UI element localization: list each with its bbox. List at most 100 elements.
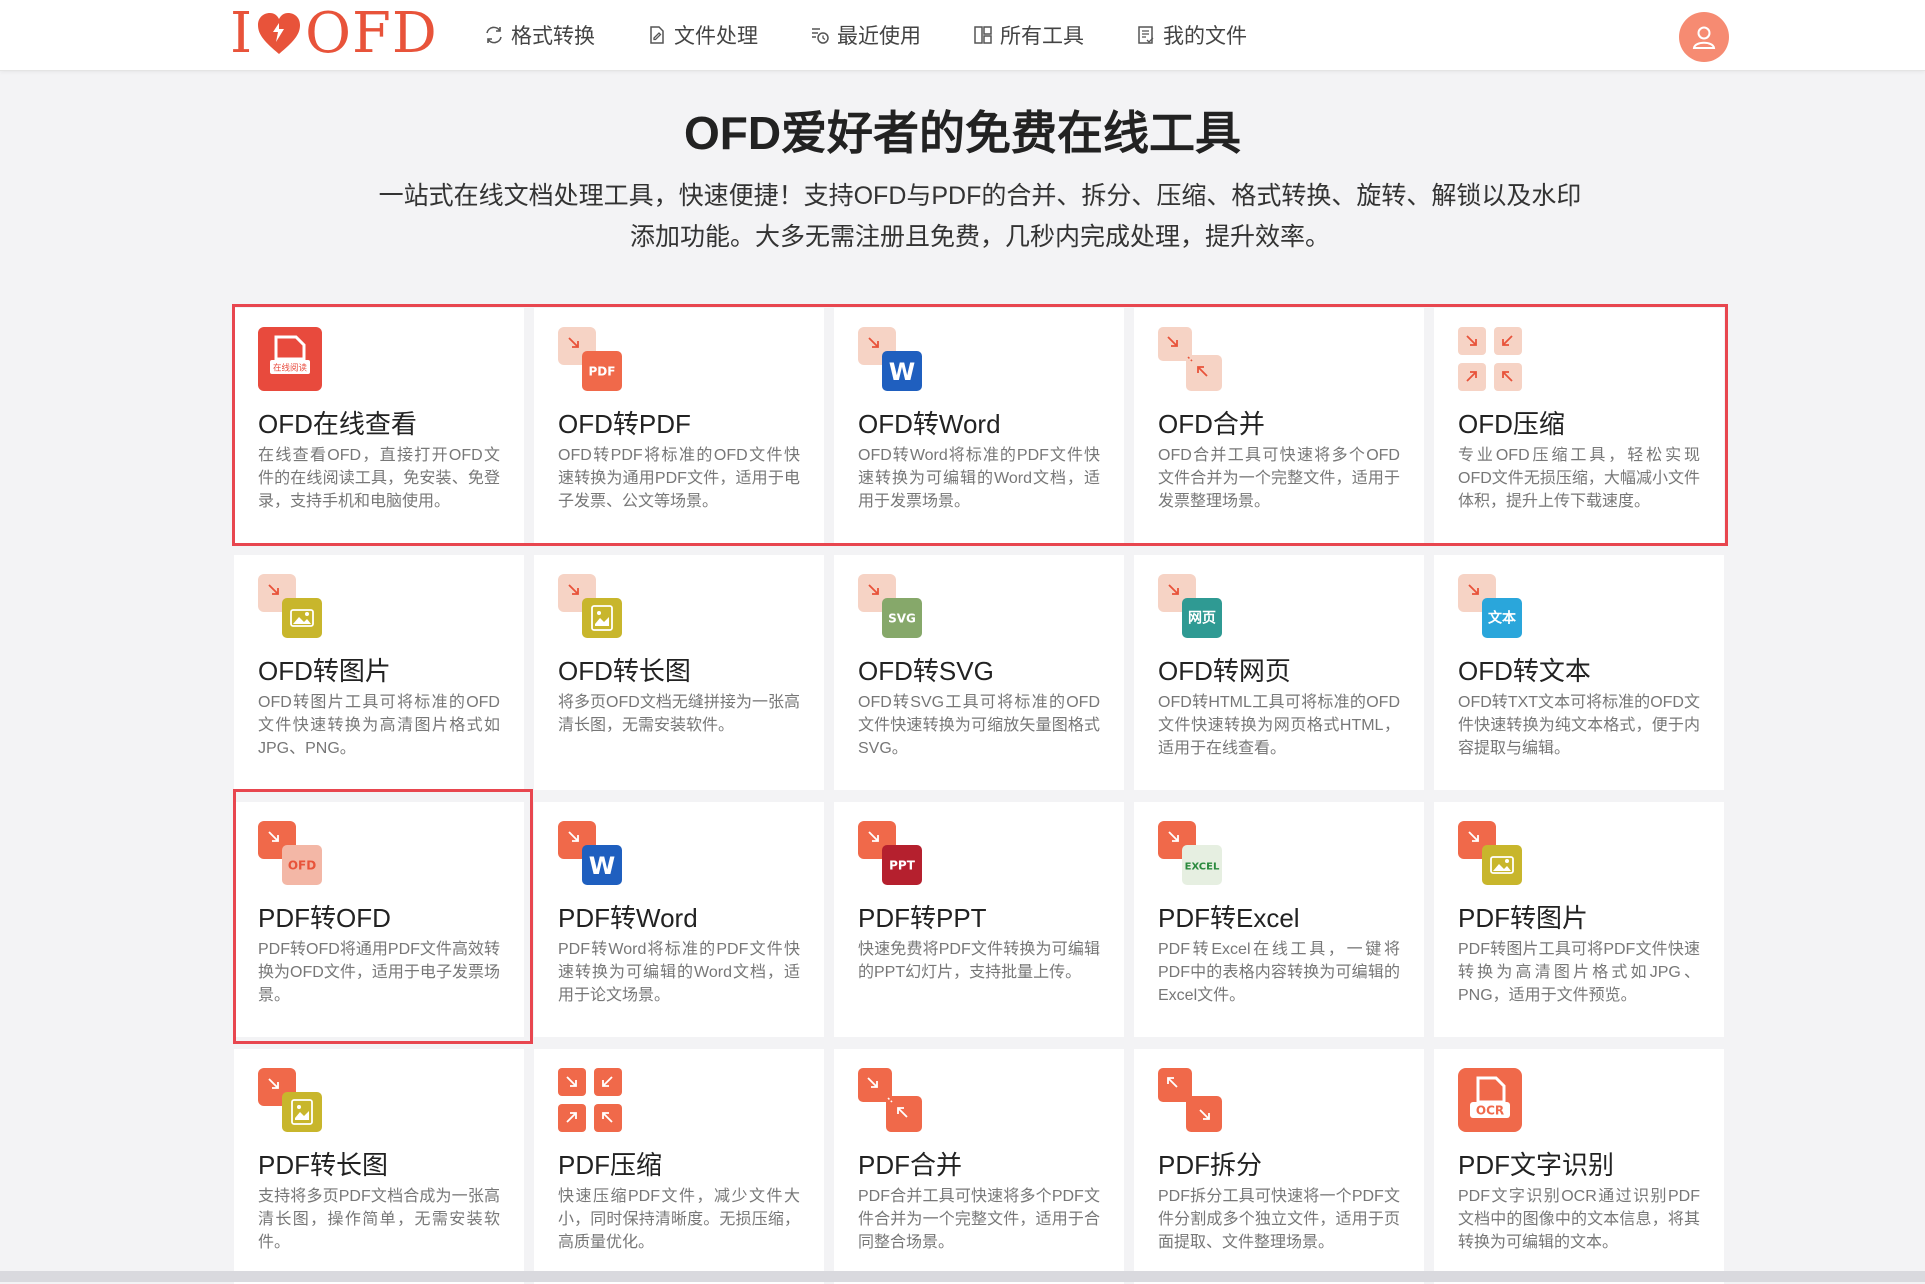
pdf-to-word-icon: W	[558, 821, 622, 885]
tool-card-ofd-to-pdf[interactable]: PDF OFD转PDF OFD转PDF将标准的OFD文件快速转换为通用PDF文件，适…	[534, 308, 824, 543]
tool-card-ofd-to-html[interactable]: 网页 OFD转网页 OFD转HTML工具可将标准的OFD文件快速转换为网页格式HTM…	[1134, 555, 1424, 790]
logo-text-ofd: OFD	[305, 1, 438, 66]
pdf-to-image-icon	[1458, 821, 1522, 885]
svg-text:网页: 网页	[1188, 611, 1216, 627]
tool-card-pdf-merge[interactable]: PDF合并 PDF合并工具可快速将多个PDF文件合并为一个完整文件，适用于合同整合…	[834, 1049, 1124, 1284]
ofd-merge-icon	[1158, 327, 1222, 391]
logo-letter-i: I	[230, 1, 254, 66]
nav-all-tools[interactable]: 所有工具	[973, 18, 1084, 52]
tool-title: PDF转Excel	[1158, 903, 1300, 933]
tool-description: PDF拆分工具可快速将一个PDF文件分割成多个独立文件，适用于页面提取、文件整理…	[1158, 1188, 1400, 1251]
tool-description: OFD转Word将标准的PDF文件快速转换为可编辑的Word文档，适用于发票场景…	[858, 447, 1100, 510]
svg-text:PPT: PPT	[889, 859, 916, 873]
nav-format-convert[interactable]: 格式转换	[484, 18, 595, 52]
subtitle-line-2: 添加功能。大多无需注册且免费，几秒内完成处理，提升效率。	[629, 223, 1330, 251]
tool-title: OFD合并	[1158, 409, 1265, 439]
file-edit-icon	[650, 26, 664, 44]
tool-grid: 在线阅读 OFD在线查看在线查看OFD，直接打开OFD文件的在线阅读工具，免安装、…	[234, 308, 1726, 1284]
tool-description: PDF转图片工具可将PDF文件快速转换为高清图片格式如JPG、PNG，适用于文件…	[1458, 941, 1700, 1004]
nav-all-tools-label: 所有工具	[1000, 25, 1084, 48]
tool-description: OFD合并工具可快速将多个OFD文件合并为一个完整文件，适用于发票整理场景。	[1158, 447, 1400, 510]
tool-description: PDF文字识别OCR通过识别PDF文档中的图像中的文本信息，将其转换为可编辑的文…	[1458, 1188, 1700, 1251]
tool-title: PDF合并	[858, 1150, 963, 1180]
page-subtitle: 一站式在线文档处理工具，快速便捷！支持OFD与PDF的合并、拆分、压缩、格式转换…	[370, 176, 1590, 258]
nav-file-process[interactable]: 文件处理	[647, 18, 758, 52]
tool-title: PDF拆分	[1158, 1150, 1263, 1180]
top-navigation-bar: I OFD 格式转换 文件处理 最近使用 所有工具 我的文件	[0, 0, 1925, 71]
svg-text:OFD: OFD	[288, 859, 316, 873]
user-avatar-button[interactable]	[1679, 12, 1729, 62]
tool-description: PDF转Word将标准的PDF文件快速转换为可编辑的Word文档，适用于论文场景…	[558, 941, 800, 1004]
tool-description: 快速压缩PDF文件，减少文件大小，同时保持清晰度。无损压缩，高质量优化。	[558, 1188, 800, 1251]
pdf-to-excel-icon: EXCEL	[1158, 821, 1222, 885]
tool-card-pdf-to-word[interactable]: W PDF转Word PDF转Word将标准的PDF文件快速转换为可编辑的Word文…	[534, 802, 824, 1037]
bottom-scroll-strip	[0, 1271, 1925, 1282]
heart-logo-icon	[258, 13, 301, 54]
main-nav: 格式转换 文件处理 最近使用 所有工具 我的文件	[484, 18, 1299, 52]
tool-card-ofd-viewer[interactable]: 在线阅读 OFD在线查看在线查看OFD，直接打开OFD文件的在线阅读工具，免安装、…	[234, 308, 524, 543]
grid-icon	[974, 26, 992, 44]
tool-description: PDF转Excel在线工具，一键将PDF中的表格内容转换为可编辑的Excel文件…	[1158, 941, 1400, 1004]
subtitle-line-1: 一站式在线文档处理工具，快速便捷！支持OFD与PDF的合并、拆分、压缩、格式转换…	[378, 182, 1582, 210]
tool-title: OFD转文本	[1458, 656, 1591, 686]
tool-card-pdf-to-image[interactable]: PDF转图片 PDF转图片工具可将PDF文件快速转换为高清图片格式如JPG、PNG…	[1434, 802, 1724, 1037]
tool-card-ofd-to-svg[interactable]: SVG OFD转SVG OFD转SVG工具可将标准的OFD文件快速转换为可缩放矢量图…	[834, 555, 1124, 790]
tool-card-pdf-to-long-image[interactable]: PDF转长图支持将多页PDF文档合成为一张高清长图，操作简单，无需安装软件。	[234, 1049, 524, 1284]
svg-text:OCR: OCR	[1476, 1104, 1504, 1118]
tool-title: OFD转长图	[558, 656, 691, 686]
nav-file-process-label: 文件处理	[674, 25, 758, 48]
svg-text:PDF: PDF	[589, 365, 616, 379]
tool-card-pdf-compress[interactable]: PDF压缩快速压缩PDF文件，减少文件大小，同时保持清晰度。无损压缩，高质量优化…	[534, 1049, 824, 1284]
tool-card-ofd-to-long-image[interactable]: OFD转长图 将多页OFD文档无缝拼接为一张高清长图，无需安装软件。	[534, 555, 824, 790]
tool-title: PDF转长图	[258, 1150, 389, 1180]
tool-description: OFD转TXT文本可将标准的OFD文件快速转换为纯文本格式，便于内容提取与编辑。	[1458, 694, 1700, 757]
tool-title: OFD转Word	[858, 409, 1001, 439]
tool-description: OFD转图片工具可将标准的OFD文件快速转换为高清图片格式如JPG、PNG。	[258, 694, 500, 757]
tool-title: PDF转Word	[558, 903, 698, 933]
tool-title: OFD压缩	[1458, 409, 1565, 439]
recent-icon	[812, 28, 829, 44]
tool-description: OFD转PDF将标准的OFD文件快速转换为通用PDF文件，适用于电子发票、公文等…	[558, 447, 800, 510]
tool-card-ofd-to-text[interactable]: 文本 OFD转文本 OFD转TXT文本可将标准的OFD文件快速转换为纯文本格式，便于…	[1434, 555, 1724, 790]
tool-card-pdf-to-ppt[interactable]: PPT PDF转PPT 快速免费将PDF文件转换为可编辑的PPT幻灯片，支持批量上传…	[834, 802, 1124, 1037]
tool-description: PDF转OFD将通用PDF文件高效转换为OFD文件，适用于电子发票场景。	[258, 941, 500, 1004]
ofd-to-long-image-icon	[558, 574, 622, 638]
tool-description: OFD转SVG工具可将标准的OFD文件快速转换为可缩放矢量图格式SVG。	[858, 694, 1100, 757]
tool-title: PDF文字识别	[1458, 1150, 1615, 1180]
nav-my-files[interactable]: 我的文件	[1136, 18, 1247, 52]
tool-title: OFD转图片	[258, 656, 391, 686]
tool-card-ofd-to-image[interactable]: OFD转图片 OFD转图片工具可将标准的OFD文件快速转换为高清图片格式如JPG、…	[234, 555, 524, 790]
tool-title: OFD在线查看	[258, 409, 417, 439]
tool-title: PDF压缩	[558, 1150, 663, 1180]
tool-title: OFD转网页	[1158, 656, 1291, 686]
ofd-to-image-icon	[258, 574, 322, 638]
my-files-icon	[1138, 26, 1154, 44]
site-logo[interactable]: I OFD	[230, 6, 438, 62]
pdf-to-ofd-icon: OFD	[258, 821, 322, 885]
tool-card-pdf-split[interactable]: PDF拆分 PDF拆分工具可快速将一个PDF文件分割成多个独立文件，适用于页面提取…	[1134, 1049, 1424, 1284]
tool-title: PDF转PPT	[858, 903, 987, 933]
tool-description: 支持将多页PDF文档合成为一张高清长图，操作简单，无需安装软件。	[258, 1188, 500, 1251]
nav-my-files-label: 我的文件	[1163, 25, 1247, 48]
svg-text:在线阅读: 在线阅读	[273, 363, 308, 374]
nav-recent[interactable]: 最近使用	[810, 18, 921, 52]
tool-card-pdf-to-ofd[interactable]: OFD PDF转OFD PDF转OFD将通用PDF文件高效转换为OFD文件，适用于电…	[234, 802, 524, 1037]
ofd-to-word-icon: W	[858, 327, 922, 391]
svg-text:SVG: SVG	[888, 612, 916, 626]
tool-card-pdf-to-excel[interactable]: EXCEL PDF转Excel PDF转Excel在线工具，一键将PDF中的表格内容…	[1134, 802, 1424, 1037]
tool-card-ofd-compress[interactable]: OFD压缩专业OFD压缩工具，轻松实现OFD文件无损压缩，大幅减小文件体积，提升…	[1434, 308, 1724, 543]
tool-card-ofd-to-word[interactable]: W OFD转Word OFD转Word将标准的PDF文件快速转换为可编辑的Word文…	[834, 308, 1124, 543]
ofd-viewer-icon: 在线阅读	[258, 327, 322, 391]
tool-description: 在线查看OFD，直接打开OFD文件的在线阅读工具，免安装、免登录，支持手机和电脑…	[258, 447, 500, 510]
tool-card-pdf-ocr[interactable]: OCR PDF文字识别 PDF文字识别OCR通过识别PDF文档中的图像中的文本信息，…	[1434, 1049, 1724, 1284]
tool-description: 快速免费将PDF文件转换为可编辑的PPT幻灯片，支持批量上传。	[858, 941, 1100, 981]
pdf-split-icon	[1158, 1068, 1222, 1132]
tool-description: 专业OFD压缩工具，轻松实现OFD文件无损压缩，大幅减小文件体积，提升上传下载速…	[1458, 447, 1700, 510]
svg-text:W: W	[589, 852, 615, 880]
tool-card-ofd-merge[interactable]: OFD合并 OFD合并工具可快速将多个OFD文件合并为一个完整文件，适用于发票整理…	[1134, 308, 1424, 543]
tool-description: OFD转HTML工具可将标准的OFD文件快速转换为网页格式HTML，适用于在线查…	[1158, 694, 1400, 757]
ofd-to-svg-icon: SVG	[858, 574, 922, 638]
user-icon	[1692, 26, 1716, 49]
ofd-to-text-icon: 文本	[1458, 574, 1522, 638]
pdf-ocr-icon: OCR	[1458, 1068, 1522, 1132]
